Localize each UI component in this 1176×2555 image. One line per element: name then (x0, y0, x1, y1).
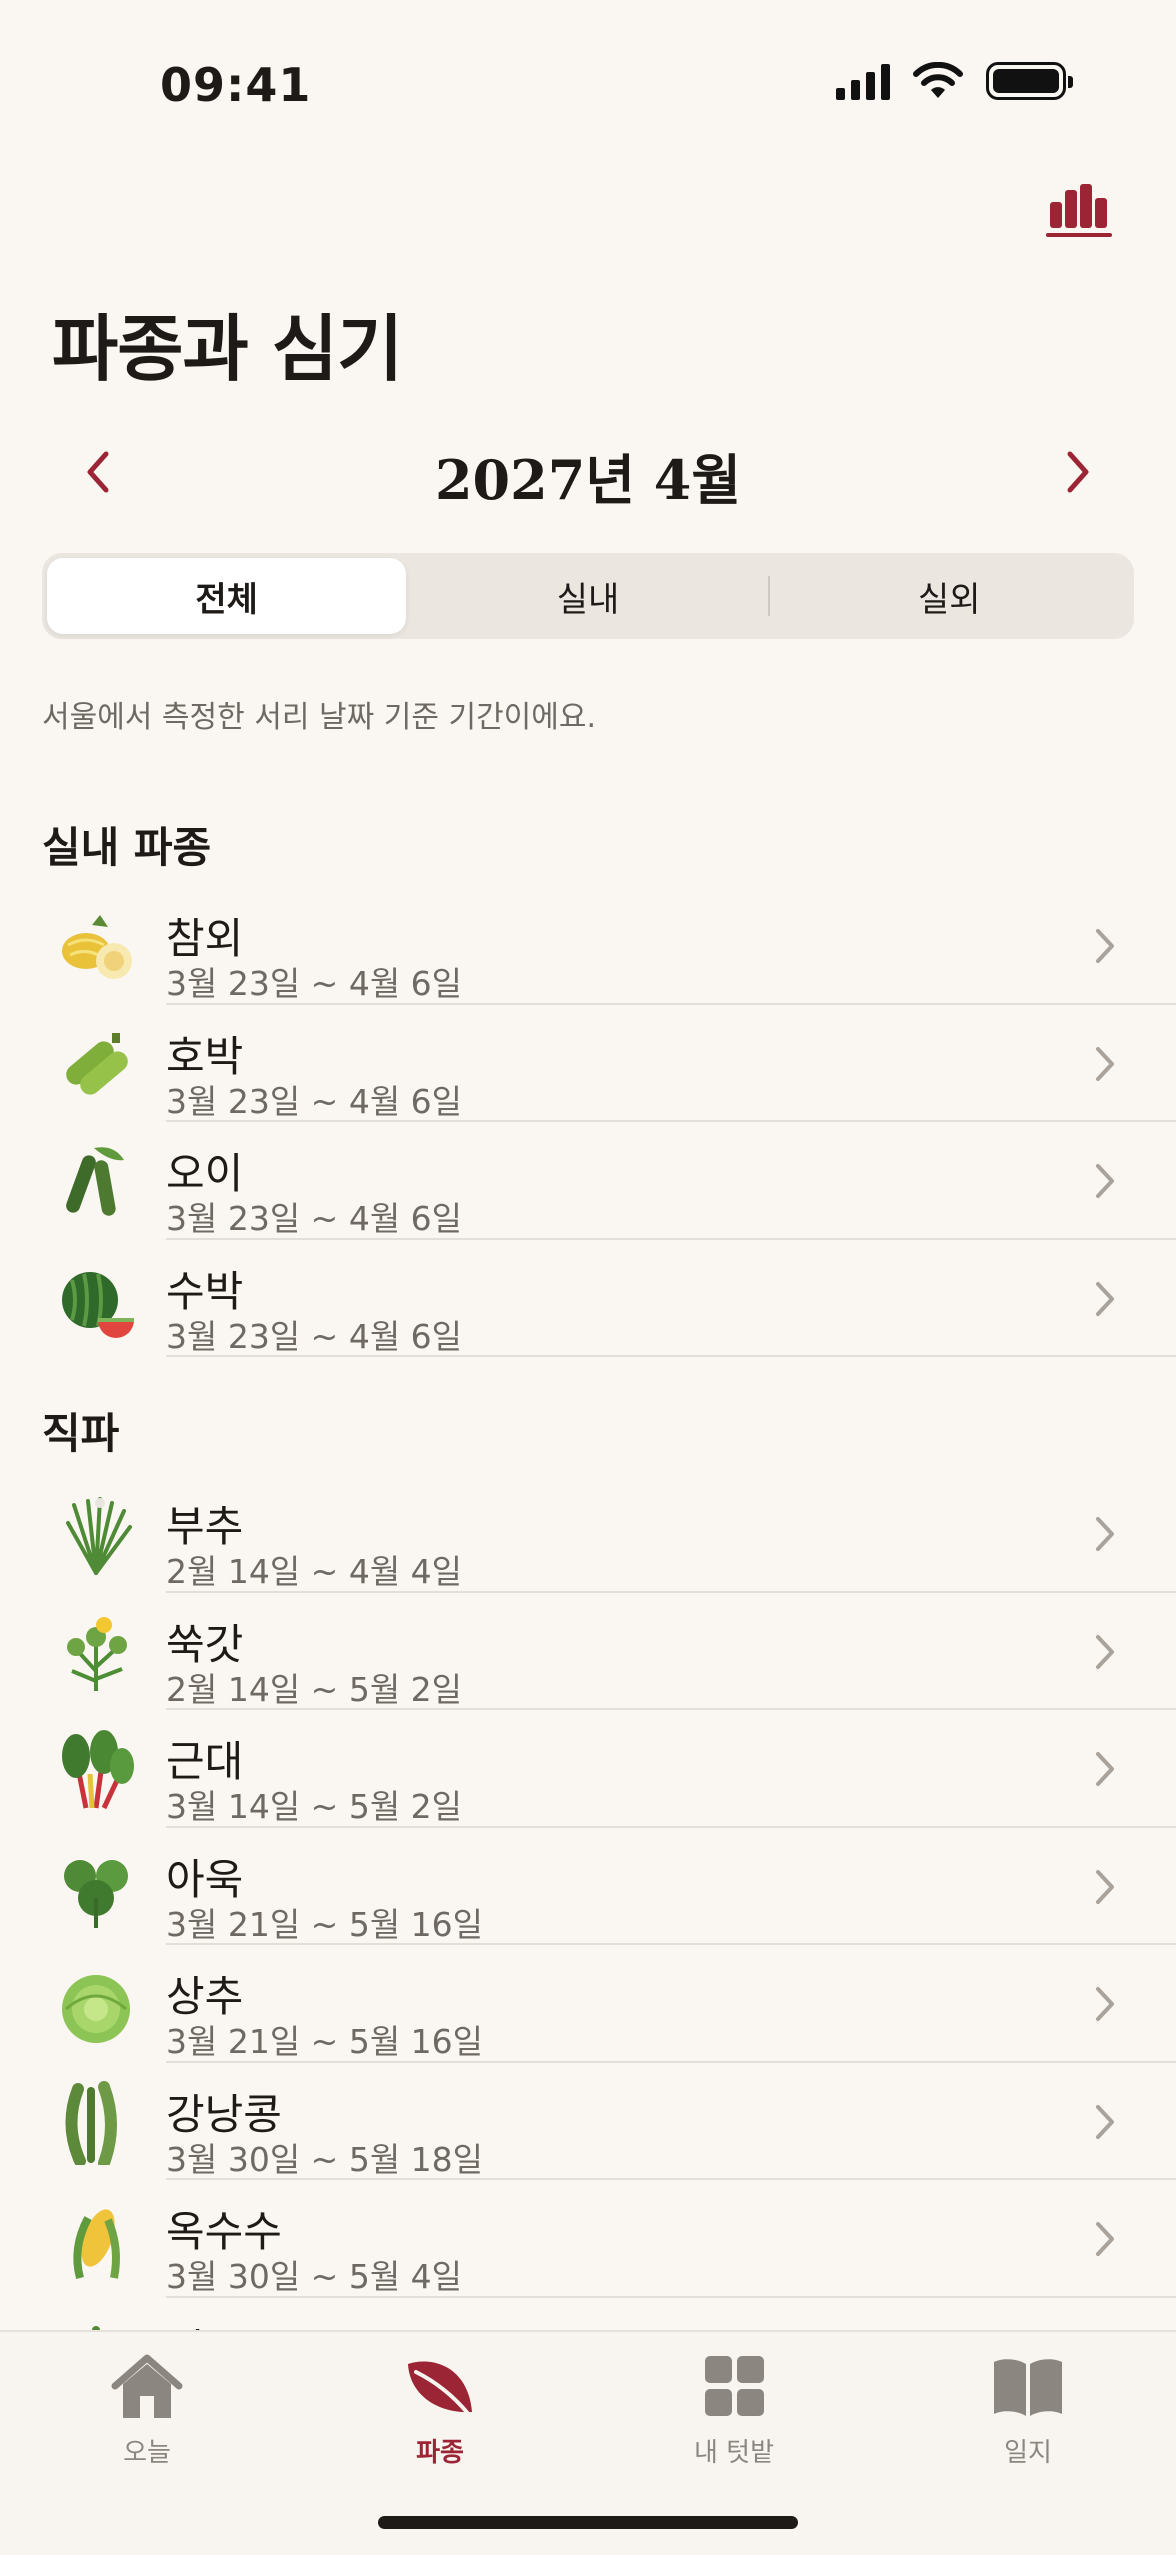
section-header-direct: 직파 (42, 1409, 120, 1458)
list-item[interactable]: 근대 3월 14일 ~ 5월 2일 (0, 1710, 1176, 1828)
status-bar: 09:41 (0, 0, 1176, 170)
chevron-right-icon (1096, 1046, 1114, 1081)
tab-label: 오늘 (123, 2438, 171, 2468)
direct-sowing-list: 부추 2월 14일 ~ 4월 4일 쑥갓 2월 14일 ~ 5월 2일 근대 3월 14일… (0, 1475, 1176, 2415)
tab-sowing[interactable]: 파종 (340, 2352, 540, 2469)
list-item[interactable]: 쑥갓 2월 14일 ~ 5월 2일 (0, 1593, 1176, 1710)
korean-melon-icon (62, 915, 132, 979)
month-label: 2027년 4월 (434, 448, 742, 512)
chives-icon (66, 1497, 132, 1575)
row-divider (166, 1355, 1176, 1357)
sowing-period: 2월 14일 ~ 4월 4일 (166, 1552, 463, 1591)
sowing-period: 3월 30일 ~ 5월 18일 (166, 2139, 484, 2179)
zucchini-icon (66, 1032, 128, 1095)
home-indicator (378, 2516, 798, 2529)
chevron-right-icon (1096, 1517, 1114, 1551)
leaf-icon (408, 2361, 472, 2418)
sowing-period: 3월 21일 ~ 5월 16일 (166, 2022, 484, 2061)
crown-daisy-icon (67, 1616, 127, 1691)
list-item[interactable]: 상추 3월 21일 ~ 5월 16일 (0, 1945, 1176, 2063)
cellular-signal-icon (836, 62, 890, 100)
chevron-right-icon (1096, 1634, 1114, 1669)
tab-today[interactable]: 오늘 (47, 2352, 247, 2469)
list-item[interactable]: 참외 3월 23일 ~ 4월 6일 (0, 887, 1176, 1005)
book-icon (994, 2359, 1062, 2416)
page-title: 파종과 심기 (52, 307, 403, 391)
sowing-period: 3월 30일 ~ 5월 4일 (166, 2257, 463, 2296)
chevron-right-icon (1096, 1752, 1114, 1786)
chevron-right-icon (1096, 929, 1114, 963)
tab-my-garden[interactable]: 내 텃밭 (634, 2352, 834, 2469)
filter-segmented-control: 전체 실내 실외 (42, 553, 1134, 639)
chard-icon (62, 1730, 134, 1810)
list-item[interactable]: 수박 3월 23일 ~ 4월 6일 (0, 1240, 1176, 1357)
sowing-period: 3월 21일 ~ 5월 16일 (166, 1904, 484, 1944)
next-month-button[interactable] (1052, 444, 1102, 500)
tab-label: 내 텃밭 (693, 2438, 775, 2468)
segment-all[interactable]: 전체 (47, 558, 407, 634)
status-time: 09:41 (160, 58, 312, 112)
kidney-bean-icon (65, 2080, 117, 2165)
chevron-right-icon (1096, 1281, 1114, 1316)
list-item[interactable]: 오이 3월 23일 ~ 4월 6일 (0, 1122, 1176, 1240)
indoor-sowing-list: 참외 3월 23일 ~ 4월 6일 호박 3월 23일 ~ 4월 6일 오이 3월 23일… (0, 887, 1176, 1357)
mallow-icon (64, 1859, 128, 1928)
grid-icon (705, 2356, 764, 2416)
sowing-period: 3월 23일 ~ 4월 6일 (166, 1316, 463, 1356)
sowing-period: 3월 23일 ~ 4월 6일 (166, 1081, 463, 1121)
house-icon (111, 2354, 183, 2418)
list-item[interactable]: 아욱 3월 21일 ~ 5월 16일 (0, 1828, 1176, 1945)
wifi-icon (913, 62, 963, 98)
sowing-period: 3월 23일 ~ 4월 6일 (166, 1199, 463, 1238)
sowing-period: 2월 14일 ~ 5월 2일 (166, 1669, 463, 1709)
status-icons (836, 62, 1073, 100)
segment-outdoor[interactable]: 실외 (770, 558, 1129, 634)
segment-indoor[interactable]: 실내 (408, 558, 767, 634)
list-item[interactable]: 호박 3월 23일 ~ 4월 6일 (0, 1005, 1176, 1122)
chevron-right-icon (1096, 1869, 1114, 1904)
chevron-right-icon (1096, 2222, 1114, 2256)
frost-date-note: 서울에서 측정한 서리 날짜 기준 기간이에요. (42, 700, 597, 735)
list-item[interactable]: 강낭콩 3월 30일 ~ 5월 18일 (0, 2063, 1176, 2180)
tab-label: 파종 (416, 2438, 464, 2468)
month-navigator: 2027년 4월 (0, 430, 1176, 512)
bar-chart-icon[interactable] (1046, 180, 1114, 240)
sowing-period: 3월 23일 ~ 4월 6일 (166, 964, 463, 1003)
chevron-right-icon (1096, 1987, 1114, 2021)
lettuce-icon (62, 1975, 130, 2043)
section-header-indoor: 실내 파종 (42, 823, 212, 872)
chevron-right-icon (1096, 2104, 1114, 2139)
corn-icon (73, 2209, 120, 2280)
tab-label: 일지 (1004, 2438, 1052, 2468)
tab-journal[interactable]: 일지 (928, 2352, 1128, 2469)
chevron-right-icon (1096, 1164, 1114, 1198)
watermelon-icon (62, 1271, 134, 1338)
list-item[interactable]: 부추 2월 14일 ~ 4월 4일 (0, 1475, 1176, 1593)
cucumber-icon (66, 1147, 124, 1216)
sowing-period: 3월 14일 ~ 5월 2일 (166, 1787, 463, 1826)
battery-icon (986, 62, 1073, 100)
list-item[interactable]: 옥수수 3월 30일 ~ 5월 4일 (0, 2180, 1176, 2298)
